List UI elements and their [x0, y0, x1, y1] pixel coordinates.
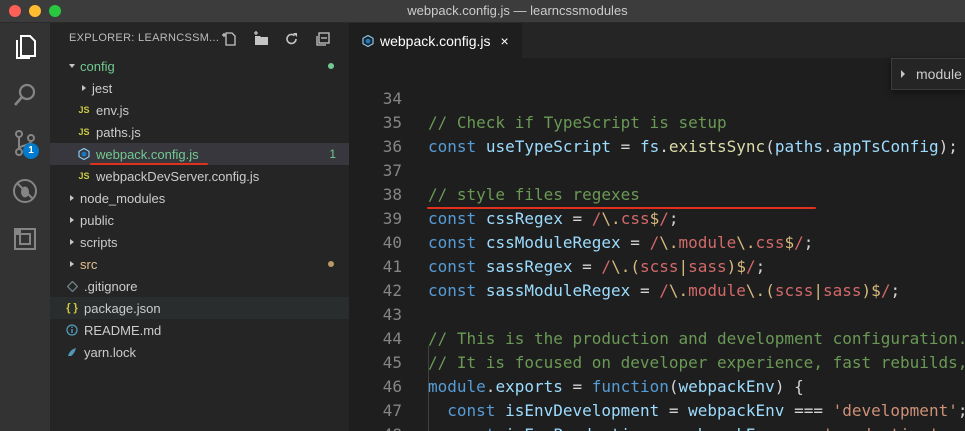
new-file-icon[interactable] [220, 29, 240, 49]
js-file-icon: JS [78, 127, 90, 137]
tree-item-label: src [80, 256, 98, 272]
breadcrumb-label: module [916, 66, 962, 82]
code-line: 38 const cssRegex = /\.css$/; [349, 159, 965, 228]
tree-item-env-js[interactable]: JS env.js [50, 99, 349, 121]
new-folder-icon[interactable] [251, 29, 271, 49]
chevron-right-icon [64, 194, 80, 202]
file-tree: config jest JS env.js JS paths.js webpac… [50, 55, 349, 363]
tab-webpack-config-js[interactable]: webpack.config.js × [349, 23, 522, 58]
tree-item-readme-md[interactable]: README.md [50, 319, 349, 341]
tree-item-src[interactable]: src [50, 253, 349, 275]
code-line: 35 const useTypeScript = fs.existsSync(p… [349, 87, 965, 156]
collapse-all-icon[interactable] [313, 29, 333, 49]
tree-item-label: env.js [96, 102, 129, 118]
tree-item-config[interactable]: config [50, 55, 349, 77]
explorer-header: EXPLORER: LEARNCSSM... [50, 23, 349, 55]
modified-dot [328, 261, 334, 267]
tree-item-label: config [80, 58, 115, 74]
json-file-icon: { } [66, 302, 78, 314]
source-control-icon[interactable]: 1 [0, 119, 50, 167]
tree-item-package-json[interactable]: { } package.json [50, 297, 349, 319]
git-file-icon [64, 280, 80, 292]
chevron-right-icon [76, 84, 92, 92]
code-line: 34 // Check if TypeScript is setup [349, 63, 965, 132]
problem-count: 1 [329, 147, 336, 161]
code-line: 36 [349, 111, 965, 156]
refresh-icon[interactable] [282, 29, 302, 49]
tree-item-webpack-dev-server-config-js[interactable]: JS webpackDevServer.config.js [50, 165, 349, 187]
window-title: webpack.config.js — learncssmodules [407, 3, 628, 18]
webpack-file-icon [362, 34, 374, 47]
webpack-file-icon [76, 148, 92, 160]
chevron-right-icon [900, 70, 906, 78]
chevron-right-icon [64, 216, 80, 224]
code-line: 46 const isEnvDevelopment = webpackEnv =… [349, 351, 965, 420]
tree-item-gitignore[interactable]: .gitignore [50, 275, 349, 297]
tree-item-yarn-lock[interactable]: yarn.lock [50, 341, 349, 363]
breadcrumb-popup[interactable]: module [891, 58, 965, 90]
tree-item-webpack-config-js[interactable]: webpack.config.js 1 [50, 143, 349, 165]
tree-item-label: .gitignore [84, 278, 138, 294]
debug-icon[interactable] [0, 167, 50, 215]
js-file-icon: JS [78, 171, 90, 181]
code-line: 41 const sassModuleRegex = /\.module\.(s… [349, 231, 965, 300]
code-line: 37 // style files regexes [349, 135, 965, 204]
tree-item-label: package.json [84, 300, 161, 316]
tree-item-label: webpackDevServer.config.js [96, 168, 260, 184]
tree-item-node-modules[interactable]: node_modules [50, 187, 349, 209]
chevron-down-icon [64, 62, 80, 70]
code-line: 43 // This is the production and develop… [349, 279, 965, 348]
code-line: 48 [349, 399, 965, 431]
tree-item-label: jest [92, 80, 113, 96]
code-line: 47 const isEnvProduction = webpackEnv ==… [349, 375, 965, 431]
tree-item-label: node_modules [80, 190, 166, 206]
chevron-right-icon [64, 260, 80, 268]
title-bar: webpack.config.js — learncssmodules [0, 0, 965, 23]
code-text: const isEnvProduction = webpackEnv === '… [428, 423, 948, 431]
tree-item-label: paths.js [96, 124, 141, 140]
source-control-badge: 1 [23, 143, 39, 159]
explorer-sidebar: EXPLORER: LEARNCSSM... config jest JS en… [50, 23, 349, 431]
chevron-right-icon [64, 238, 80, 246]
code-line: 44 // It is focused on developer experie… [349, 303, 965, 372]
line-number: 48 [349, 423, 402, 431]
js-file-icon: JS [78, 105, 90, 115]
tree-item-jest[interactable]: jest [50, 77, 349, 99]
tree-item-label: README.md [84, 322, 162, 338]
tab-label: webpack.config.js [380, 32, 491, 49]
files-icon[interactable] [0, 23, 50, 71]
extensions-icon[interactable] [0, 215, 50, 263]
tree-item-scripts[interactable]: scripts [50, 231, 349, 253]
info-icon [64, 324, 80, 336]
explorer-title: EXPLORER: LEARNCSSM... [69, 32, 220, 44]
tree-item-label: scripts [80, 234, 118, 250]
tree-item-label: yarn.lock [84, 344, 137, 360]
close-icon[interactable]: × [501, 33, 509, 49]
code-editor[interactable]: 34 // Check if TypeScript is setup 35 co… [349, 58, 965, 431]
tree-item-public[interactable]: public [50, 209, 349, 231]
code-line: 42 [349, 255, 965, 300]
code-line: 40 const sassRegex = /\.(scss|sass)$/; [349, 207, 965, 276]
search-icon[interactable] [0, 71, 50, 119]
modified-dot [328, 63, 334, 69]
code-line: 39 const cssModuleRegex = /\.module\.css… [349, 183, 965, 252]
tree-item-label: webpack.config.js [96, 146, 199, 162]
tree-item-label: public [80, 212, 114, 228]
activity-bar: 1 [0, 23, 50, 431]
code-line: 45 module.exports = function(webpackEnv)… [349, 327, 965, 396]
editor-tabs: webpack.config.js × [349, 23, 965, 58]
yarn-file-icon [64, 346, 80, 358]
tree-item-paths-js[interactable]: JS paths.js [50, 121, 349, 143]
